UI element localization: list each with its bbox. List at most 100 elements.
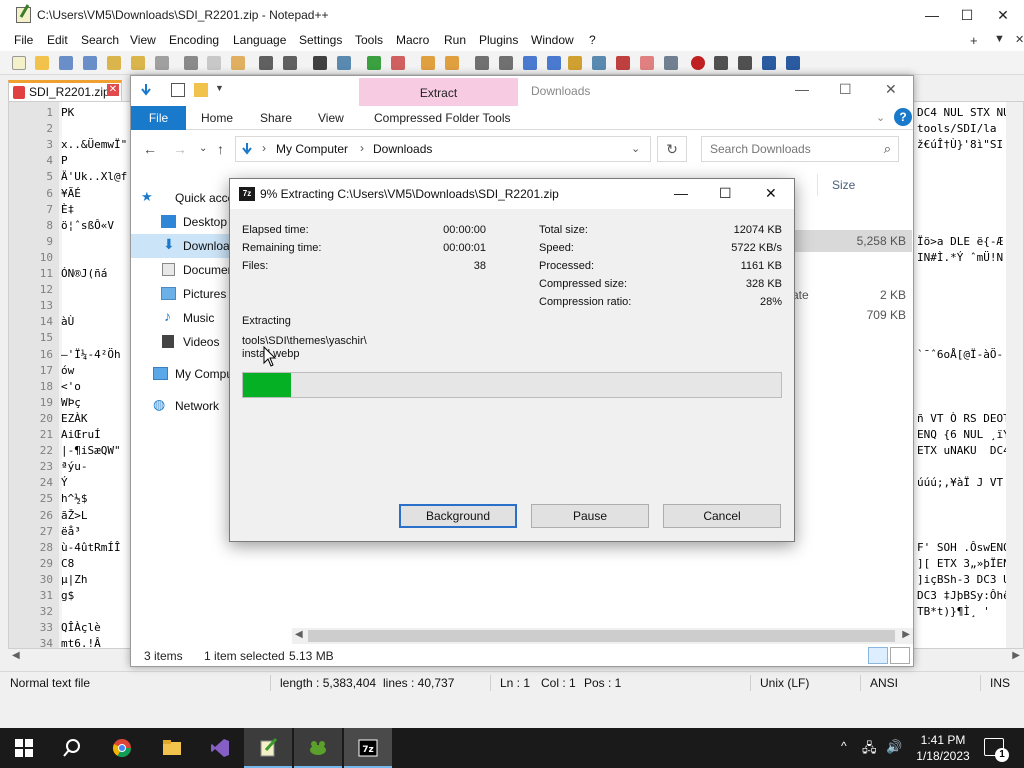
compressed-folder-tools-tab[interactable]: Compressed Folder Tools (374, 111, 511, 125)
7zip-taskbar-button[interactable]: 7z (344, 728, 392, 768)
new-tab-plus-icon[interactable]: + (970, 33, 978, 48)
paste-icon[interactable] (231, 56, 245, 70)
dialog-minimize-button[interactable]: — (674, 185, 688, 201)
file-row[interactable]: 709 KB (792, 304, 912, 326)
explorer-maximize-button[interactable]: ☐ (839, 81, 852, 98)
menu-search[interactable]: Search (81, 33, 119, 47)
copy-icon[interactable] (207, 56, 221, 70)
stop-macro-icon[interactable] (714, 56, 728, 70)
language-icon[interactable] (547, 56, 561, 70)
background-button[interactable]: Background (399, 504, 517, 528)
menu-settings[interactable]: Settings (299, 33, 342, 47)
sync-vertical-icon[interactable] (421, 56, 435, 70)
document-tab[interactable]: SDI_R2201.zip ✕ (8, 80, 122, 101)
back-arrow-icon[interactable]: ← (143, 141, 157, 157)
new-file-icon[interactable] (12, 56, 26, 70)
start-button[interactable] (0, 728, 48, 768)
zoom-in-icon[interactable] (367, 56, 381, 70)
dialog-maximize-button[interactable]: ☐ (719, 185, 732, 202)
scroll-right-arrow-icon[interactable]: ▶ (902, 629, 910, 640)
explorer-close-button[interactable]: ✕ (885, 81, 897, 98)
explorer-horizontal-scrollbar[interactable]: ◀ ▶ (292, 628, 913, 644)
menu-tools[interactable]: Tools (355, 33, 383, 47)
scroll-left-arrow-icon[interactable]: ◀ (295, 629, 303, 640)
show-hidden-icons-chevron-icon[interactable]: ^ (841, 739, 847, 753)
view-tab[interactable]: View (318, 111, 344, 125)
scroll-left-arrow-icon[interactable]: ◀ (12, 650, 20, 661)
explorer-minimize-button[interactable]: — (795, 81, 809, 97)
folder-as-workspace-icon[interactable] (616, 56, 630, 70)
pause-button[interactable]: Pause (531, 504, 649, 528)
record-macro-icon[interactable] (691, 56, 705, 70)
close-button[interactable]: ✕ (980, 0, 1024, 31)
clock[interactable]: 1:41 PM 1/18/2023 (906, 732, 980, 764)
customize-toolbar-icon[interactable]: ▼ (215, 83, 229, 97)
menu-window[interactable]: Window (531, 33, 574, 47)
nav-item-videos[interactable]: Videos (131, 330, 232, 354)
nav-item-quick-access[interactable]: ★ Quick access (131, 186, 232, 210)
cancel-button[interactable]: Cancel (663, 504, 781, 528)
tab-list-dropdown-icon[interactable]: ▼ (994, 33, 1005, 45)
volume-icon[interactable]: 🔊 (886, 739, 902, 755)
open-file-icon[interactable] (35, 56, 49, 70)
menu-encoding[interactable]: Encoding (169, 33, 219, 47)
find-icon[interactable] (313, 56, 327, 70)
chrome-taskbar-button[interactable] (98, 728, 146, 768)
home-tab[interactable]: Home (201, 111, 233, 125)
breadcrumb-my-computer[interactable]: My Computer (276, 142, 348, 156)
menu-run[interactable]: Run (444, 33, 466, 47)
share-tab[interactable]: Share (260, 111, 292, 125)
nav-item-desktop[interactable]: Desktop (131, 210, 232, 234)
visual-studio-taskbar-button[interactable] (196, 728, 244, 768)
network-icon[interactable]: 🖧 (862, 739, 877, 761)
menu-edit[interactable]: Edit (47, 33, 68, 47)
breadcrumb-chevron-icon[interactable]: › (360, 141, 364, 155)
large-icons-view-icon[interactable] (890, 647, 910, 664)
show-all-characters-icon[interactable] (499, 56, 513, 70)
game-app-taskbar-button[interactable] (294, 728, 342, 768)
recent-locations-chevron-icon[interactable]: ⌄ (199, 143, 207, 154)
column-header-size[interactable]: Size (832, 178, 855, 192)
close-file-icon[interactable] (107, 56, 121, 70)
address-dropdown-icon[interactable]: ⌄ (631, 142, 640, 155)
monitoring-icon[interactable] (640, 56, 654, 70)
properties-icon[interactable] (171, 83, 185, 97)
file-tab[interactable]: File (131, 106, 186, 130)
sync-horizontal-icon[interactable] (445, 56, 459, 70)
help-icon[interactable]: ? (894, 108, 912, 126)
notepad-plus-plus-taskbar-button[interactable] (244, 728, 292, 768)
search-button[interactable] (48, 728, 96, 768)
play-macro-icon[interactable] (738, 56, 752, 70)
details-view-icon[interactable] (868, 647, 888, 664)
save-all-icon[interactable] (83, 56, 97, 70)
save-icon[interactable] (59, 56, 73, 70)
zoom-out-icon[interactable] (391, 56, 405, 70)
indent-guide-icon[interactable] (523, 56, 537, 70)
down-arrow-icon[interactable] (139, 83, 153, 97)
up-arrow-icon[interactable]: ↑ (217, 141, 224, 157)
scroll-right-arrow-icon[interactable]: ▶ (1012, 650, 1020, 661)
file-explorer-taskbar-button[interactable] (148, 728, 196, 768)
nav-item-network[interactable]: ◍ Network (131, 394, 232, 418)
eye-icon[interactable] (664, 56, 678, 70)
menu-macro[interactable]: Macro (396, 33, 429, 47)
search-box[interactable]: Search Downloads ⌕ (701, 136, 899, 162)
new-folder-icon[interactable] (194, 83, 208, 97)
menu-help[interactable]: ? (589, 33, 596, 47)
forward-arrow-icon[interactable]: → (173, 141, 187, 157)
run-macro-multiple-icon[interactable] (762, 56, 776, 70)
nav-item-music[interactable]: ♪ Music (131, 306, 232, 330)
menu-file[interactable]: File (14, 33, 33, 47)
nav-item-my-computer[interactable]: My Computer (131, 362, 232, 386)
replace-icon[interactable] (337, 56, 351, 70)
nav-item-documents[interactable]: Documents (131, 258, 232, 282)
vertical-scrollbar[interactable] (1006, 102, 1023, 648)
cut-icon[interactable] (184, 56, 198, 70)
save-macro-icon[interactable] (786, 56, 800, 70)
menu-view[interactable]: View (130, 33, 156, 47)
doc-map-icon[interactable] (568, 56, 582, 70)
breadcrumb-downloads[interactable]: Downloads (373, 142, 432, 156)
nav-item-pictures[interactable]: Pictures (131, 282, 232, 306)
nav-item-downloads[interactable]: ⬇ Downloads (131, 234, 232, 258)
function-list-icon[interactable] (592, 56, 606, 70)
